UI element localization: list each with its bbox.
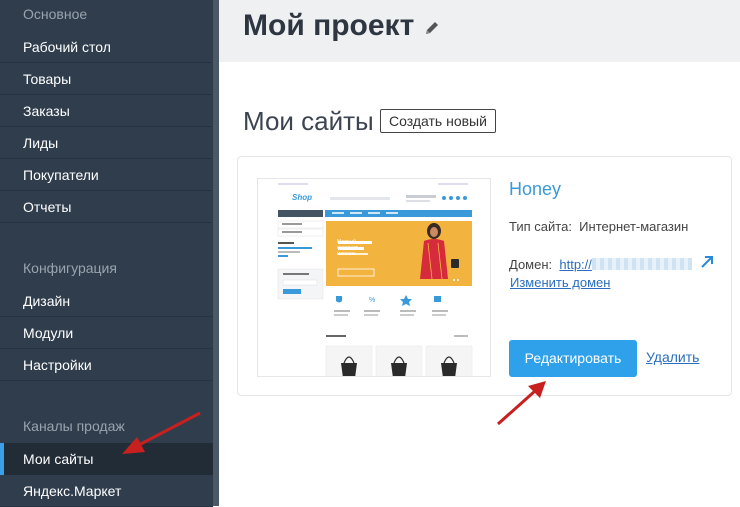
- domain-redacted: [591, 258, 692, 270]
- domain-link[interactable]: http://: [559, 257, 692, 272]
- sites-heading: Мои сайты: [243, 106, 374, 136]
- domain-label: Домен:: [509, 257, 553, 272]
- sidebar-item-yandex-market[interactable]: Яндекс.Маркет: [0, 475, 213, 507]
- sidebar-item-my-sites[interactable]: Мои сайты: [0, 443, 213, 475]
- section-heading-channels: Каналы продаж: [23, 418, 125, 434]
- sidebar-item-design[interactable]: Дизайн: [0, 285, 213, 317]
- sidebar-item-label: Покупатели: [23, 167, 99, 183]
- sidebar-item-label: Рабочий стол: [23, 39, 111, 55]
- section-heading-main: Основное: [23, 6, 88, 22]
- external-link-icon[interactable]: [700, 255, 714, 269]
- site-type-value: Интернет-магазин: [579, 219, 689, 234]
- sidebar-item-label: Яндекс.Маркет: [23, 483, 122, 499]
- sidebar-item-label: Настройки: [23, 357, 92, 373]
- sidebar-item-dashboard[interactable]: Рабочий стол: [0, 31, 213, 63]
- sidebar-item-orders[interactable]: Заказы: [0, 95, 213, 127]
- sidebar-item-products[interactable]: Товары: [0, 63, 213, 95]
- change-domain-link[interactable]: Изменить домен: [510, 275, 610, 290]
- sidebar-item-modules[interactable]: Модули: [0, 317, 213, 349]
- sidebar-item-label: Заказы: [23, 103, 70, 119]
- edit-site-button[interactable]: Редактировать: [509, 340, 637, 377]
- sidebar-item-customers[interactable]: Покупатели: [0, 159, 213, 191]
- svg-text:%: %: [369, 297, 375, 304]
- sidebar-item-settings[interactable]: Настройки: [0, 349, 213, 381]
- page-header: Мой проект: [219, 0, 740, 62]
- sidebar-item-label: Лиды: [23, 135, 59, 151]
- sidebar: Основное Рабочий стол Товары Заказы Лиды…: [0, 0, 213, 507]
- page-title: Мой проект: [243, 9, 415, 42]
- domain-row: Домен: http://: [509, 257, 724, 272]
- site-type-row: Тип сайта: Интернет-магазин: [509, 219, 688, 234]
- delete-site-link[interactable]: Удалить: [646, 349, 699, 365]
- site-type-label: Тип сайта:: [509, 219, 572, 234]
- sidebar-item-reports[interactable]: Отчеты: [0, 191, 213, 223]
- domain-prefix: http://: [559, 257, 592, 272]
- preview-banner-text: Модный интернет магазин: [337, 239, 359, 257]
- sidebar-item-label: Мои сайты: [23, 451, 94, 467]
- pencil-icon[interactable]: [424, 20, 440, 36]
- sidebar-item-label: Дизайн: [23, 293, 71, 309]
- sidebar-divider: [213, 0, 219, 506]
- sidebar-item-label: Отчеты: [23, 199, 72, 215]
- sidebar-item-label: Товары: [23, 71, 72, 87]
- site-preview-thumbnail[interactable]: % Shop Модный интернет магазин: [257, 178, 491, 377]
- site-preview-image: %: [258, 179, 490, 376]
- sidebar-item-label: Модули: [23, 325, 74, 341]
- site-name[interactable]: Honey: [509, 179, 561, 200]
- create-new-button[interactable]: Создать новый: [380, 109, 496, 133]
- sidebar-item-leads[interactable]: Лиды: [0, 127, 213, 159]
- preview-logo: Shop: [292, 193, 312, 202]
- section-heading-config: Конфигурация: [23, 260, 117, 276]
